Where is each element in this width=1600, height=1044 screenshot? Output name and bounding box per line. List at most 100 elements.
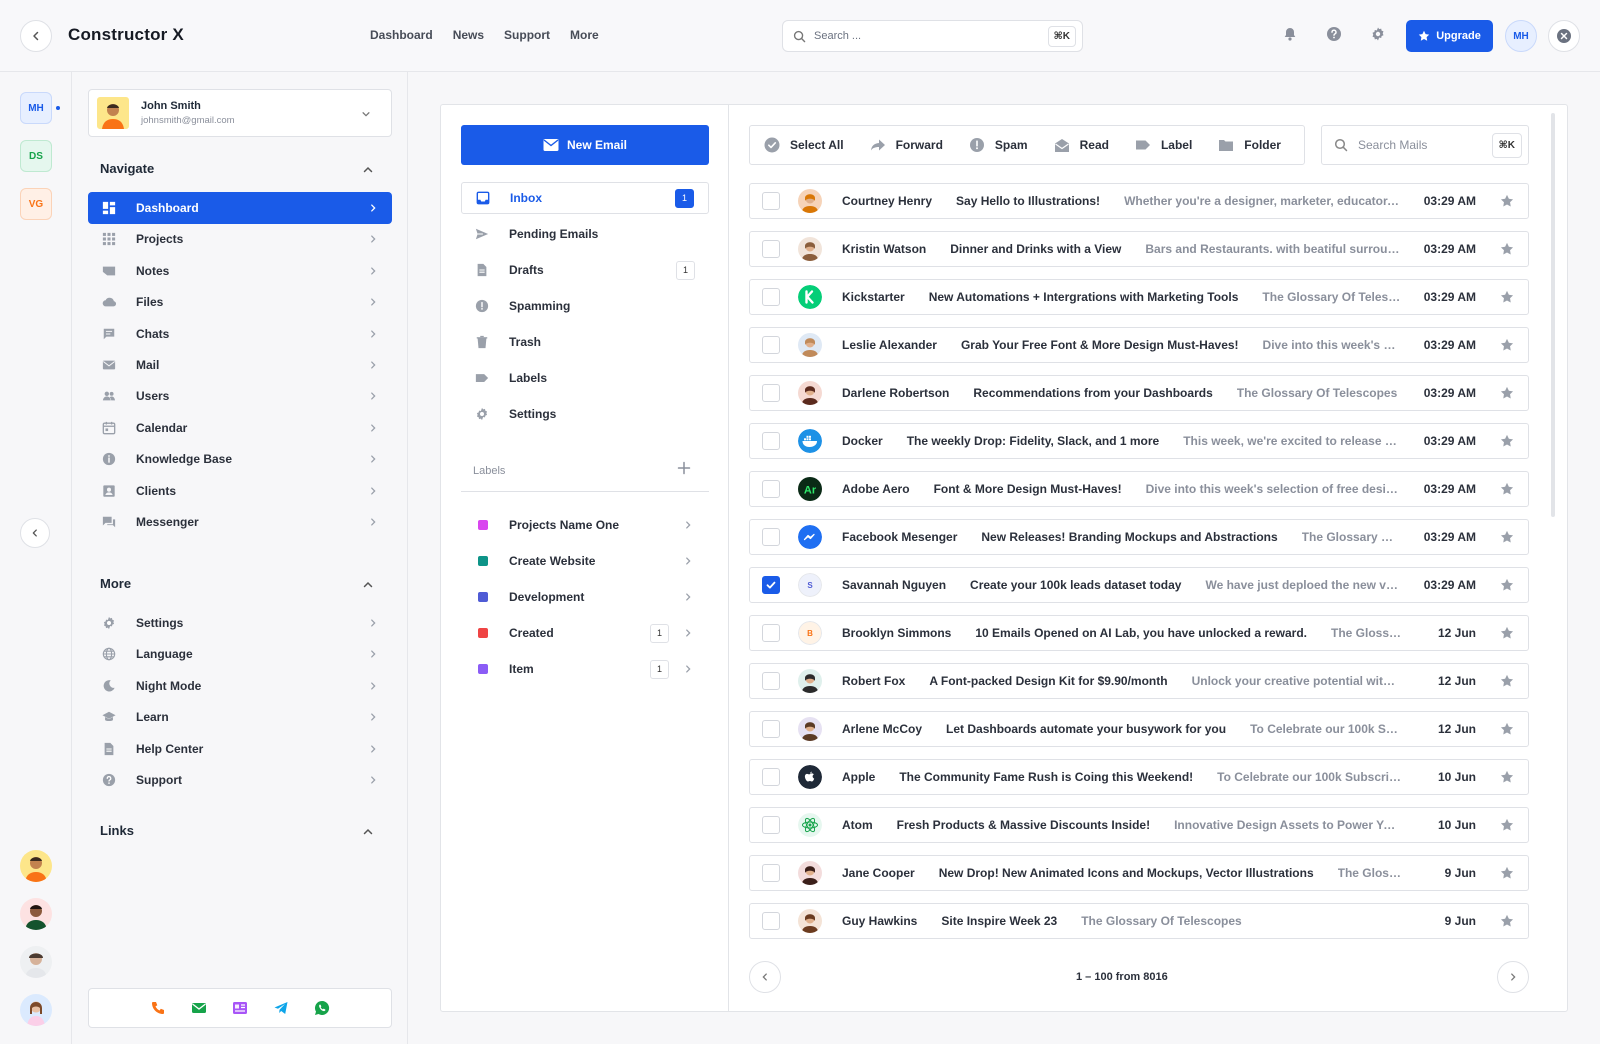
- mail-select-checkbox[interactable]: [762, 672, 780, 690]
- sidebar-item-learn[interactable]: Learn: [88, 701, 392, 733]
- star-icon[interactable]: [1500, 770, 1514, 784]
- mail-select-checkbox[interactable]: [762, 384, 780, 402]
- top-nav-dashboard[interactable]: Dashboard: [370, 28, 433, 42]
- star-toggle[interactable]: [1500, 914, 1516, 928]
- star-icon[interactable]: [1500, 482, 1514, 496]
- workspace-ds[interactable]: DS: [20, 140, 52, 172]
- mail-row[interactable]: Facebook Mesenger New Releases! Branding …: [749, 519, 1529, 555]
- star-toggle[interactable]: [1500, 770, 1516, 784]
- star-icon[interactable]: [1500, 338, 1514, 352]
- sidebar-item-messenger[interactable]: Messenger: [88, 506, 392, 538]
- sidebar-item-settings[interactable]: Settings: [88, 607, 392, 639]
- sidebar-item-mail[interactable]: Mail: [88, 349, 392, 381]
- mail-row[interactable]: Courtney Henry Say Hello to Illustrations…: [749, 183, 1529, 219]
- star-toggle[interactable]: [1500, 242, 1516, 256]
- chevron-up-icon[interactable]: [362, 826, 374, 838]
- star-icon[interactable]: [1500, 386, 1514, 400]
- mail-row[interactable]: Guy Hawkins Site Inspire Week 23 The Gloss…: [749, 903, 1529, 939]
- mail-row[interactable]: Kickstarter New Automations + Intergratio…: [749, 279, 1529, 315]
- sidebar-item-users[interactable]: Users: [88, 380, 392, 412]
- mail-row[interactable]: Leslie Alexander Grab Your Free Font & Mo…: [749, 327, 1529, 363]
- toolbar-label-button[interactable]: Label: [1135, 137, 1192, 153]
- star-toggle[interactable]: [1500, 818, 1516, 832]
- mail-row[interactable]: S Savannah Nguyen Create your 100k leads d…: [749, 567, 1529, 603]
- folder-settings[interactable]: Settings: [461, 398, 709, 430]
- star-toggle[interactable]: [1500, 674, 1516, 688]
- contact-avatar[interactable]: [20, 850, 52, 882]
- mail-select-checkbox[interactable]: [762, 864, 780, 882]
- mail-select-checkbox[interactable]: [762, 912, 780, 930]
- mail-search-input[interactable]: [1358, 138, 1492, 152]
- mail-search[interactable]: ⌘K: [1321, 125, 1529, 165]
- star-icon[interactable]: [1500, 242, 1514, 256]
- user-switcher[interactable]: John Smith johnsmith@gmail.com: [88, 89, 392, 137]
- mail-select-checkbox[interactable]: [762, 288, 780, 306]
- star-toggle[interactable]: [1500, 626, 1516, 640]
- sidebar-item-dashboard[interactable]: Dashboard: [88, 192, 392, 224]
- star-icon[interactable]: [1500, 674, 1514, 688]
- help-icon[interactable]: [1326, 26, 1342, 42]
- star-toggle[interactable]: [1500, 434, 1516, 448]
- star-icon[interactable]: [1500, 530, 1514, 544]
- toolbar-folder-button[interactable]: Folder: [1218, 137, 1281, 153]
- chevron-up-icon[interactable]: [362, 579, 374, 591]
- toolbar-read-button[interactable]: Read: [1054, 137, 1109, 153]
- star-icon[interactable]: [1500, 290, 1514, 304]
- sidebar-item-calendar[interactable]: Calendar: [88, 412, 392, 444]
- folder-spamming[interactable]: Spamming: [461, 290, 709, 322]
- folder-trash[interactable]: Trash: [461, 326, 709, 358]
- mail-select-checkbox[interactable]: [762, 768, 780, 786]
- label-create-website[interactable]: Create Website: [461, 545, 709, 577]
- top-nav-more[interactable]: More: [570, 28, 599, 42]
- star-toggle[interactable]: [1500, 578, 1516, 592]
- toolbar-forward-button[interactable]: Forward: [870, 137, 943, 153]
- mail-row[interactable]: Darlene Robertson Recommendations from yo…: [749, 375, 1529, 411]
- mail-row[interactable]: Ar Adobe Aero Font & More Design Must-Have…: [749, 471, 1529, 507]
- folder-labels[interactable]: Labels: [461, 362, 709, 394]
- email-icon[interactable]: [191, 1000, 207, 1016]
- label-development[interactable]: Development: [461, 581, 709, 613]
- global-search-input[interactable]: [814, 30, 1048, 42]
- whatsapp-icon[interactable]: [314, 1000, 330, 1016]
- star-icon[interactable]: [1500, 914, 1514, 928]
- mail-select-checkbox[interactable]: [762, 240, 780, 258]
- star-icon[interactable]: [1500, 722, 1514, 736]
- back-button[interactable]: [20, 20, 52, 52]
- chevron-up-icon[interactable]: [362, 164, 374, 176]
- mail-select-checkbox[interactable]: [762, 816, 780, 834]
- user-avatar[interactable]: MH: [1505, 20, 1537, 52]
- label-projects-name-one[interactable]: Projects Name One: [461, 509, 709, 541]
- contact-avatar[interactable]: [20, 994, 52, 1026]
- newsletter-icon[interactable]: [232, 1000, 248, 1016]
- mail-select-checkbox[interactable]: [762, 192, 780, 210]
- sidebar-item-night-mode[interactable]: Night Mode: [88, 670, 392, 702]
- toolbar-spam-button[interactable]: Spam: [969, 137, 1028, 153]
- top-nav-support[interactable]: Support: [504, 28, 550, 42]
- star-icon[interactable]: [1500, 866, 1514, 880]
- sidebar-item-help-center[interactable]: Help Center: [88, 733, 392, 765]
- upgrade-button[interactable]: Upgrade: [1406, 20, 1493, 52]
- star-toggle[interactable]: [1500, 338, 1516, 352]
- sidebar-item-files[interactable]: Files: [88, 286, 392, 318]
- toolbar-select-all-button[interactable]: Select All: [764, 137, 844, 153]
- bell-icon[interactable]: [1282, 26, 1298, 42]
- collapse-sidebar-button[interactable]: [20, 518, 50, 548]
- label-created[interactable]: Created 1: [461, 617, 709, 649]
- mail-select-checkbox[interactable]: [762, 528, 780, 546]
- contact-avatar[interactable]: [20, 946, 52, 978]
- sidebar-item-notes[interactable]: Notes: [88, 255, 392, 287]
- contact-avatar[interactable]: [20, 898, 52, 930]
- workspace-mh[interactable]: MH: [20, 92, 52, 124]
- mail-select-checkbox[interactable]: [762, 480, 780, 498]
- next-page-button[interactable]: [1497, 961, 1529, 993]
- star-icon[interactable]: [1500, 578, 1514, 592]
- star-toggle[interactable]: [1500, 482, 1516, 496]
- workspace-vg[interactable]: VG: [20, 188, 52, 220]
- sidebar-item-projects[interactable]: Projects: [88, 223, 392, 255]
- mail-row[interactable]: Arlene McCoy Let Dashboards automate your…: [749, 711, 1529, 747]
- sidebar-item-support[interactable]: Support: [88, 764, 392, 796]
- folder-drafts[interactable]: Drafts 1: [461, 254, 709, 286]
- telegram-icon[interactable]: [273, 1000, 289, 1016]
- star-toggle[interactable]: [1500, 290, 1516, 304]
- mail-select-checkbox[interactable]: [762, 576, 780, 594]
